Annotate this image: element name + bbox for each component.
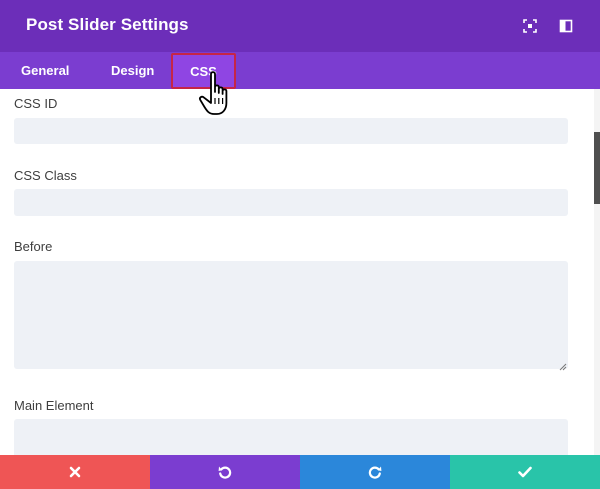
- undo-icon: [218, 466, 232, 479]
- css-id-input[interactable]: [14, 118, 568, 144]
- tab-design[interactable]: Design: [111, 52, 154, 89]
- settings-header: Post Slider Settings: [0, 0, 600, 52]
- cancel-button[interactable]: [0, 455, 150, 489]
- close-icon: [69, 466, 81, 478]
- save-button[interactable]: [450, 455, 600, 489]
- modal-title: Post Slider Settings: [26, 15, 189, 34]
- sidebar-toggle-icon[interactable]: [558, 18, 574, 34]
- before-label: Before: [14, 239, 53, 254]
- redo-button[interactable]: [300, 455, 450, 489]
- main-element-textarea[interactable]: [14, 419, 568, 455]
- css-class-label: CSS Class: [14, 168, 77, 183]
- check-icon: [518, 466, 532, 478]
- action-bar: [0, 455, 600, 489]
- tab-general[interactable]: General: [21, 52, 69, 89]
- undo-button[interactable]: [150, 455, 300, 489]
- css-class-input[interactable]: [14, 189, 568, 216]
- tab-css[interactable]: CSS: [171, 53, 236, 89]
- settings-content: CSS ID CSS Class Before Main Element: [0, 89, 600, 455]
- before-textarea[interactable]: [14, 261, 568, 369]
- expand-icon[interactable]: [522, 18, 538, 34]
- scrollbar-thumb[interactable]: [594, 132, 600, 204]
- css-id-label: CSS ID: [14, 96, 58, 111]
- main-element-label: Main Element: [14, 398, 94, 413]
- tab-bar: General Design CSS: [0, 52, 600, 89]
- redo-icon: [368, 466, 382, 479]
- resize-handle-icon[interactable]: [557, 361, 567, 371]
